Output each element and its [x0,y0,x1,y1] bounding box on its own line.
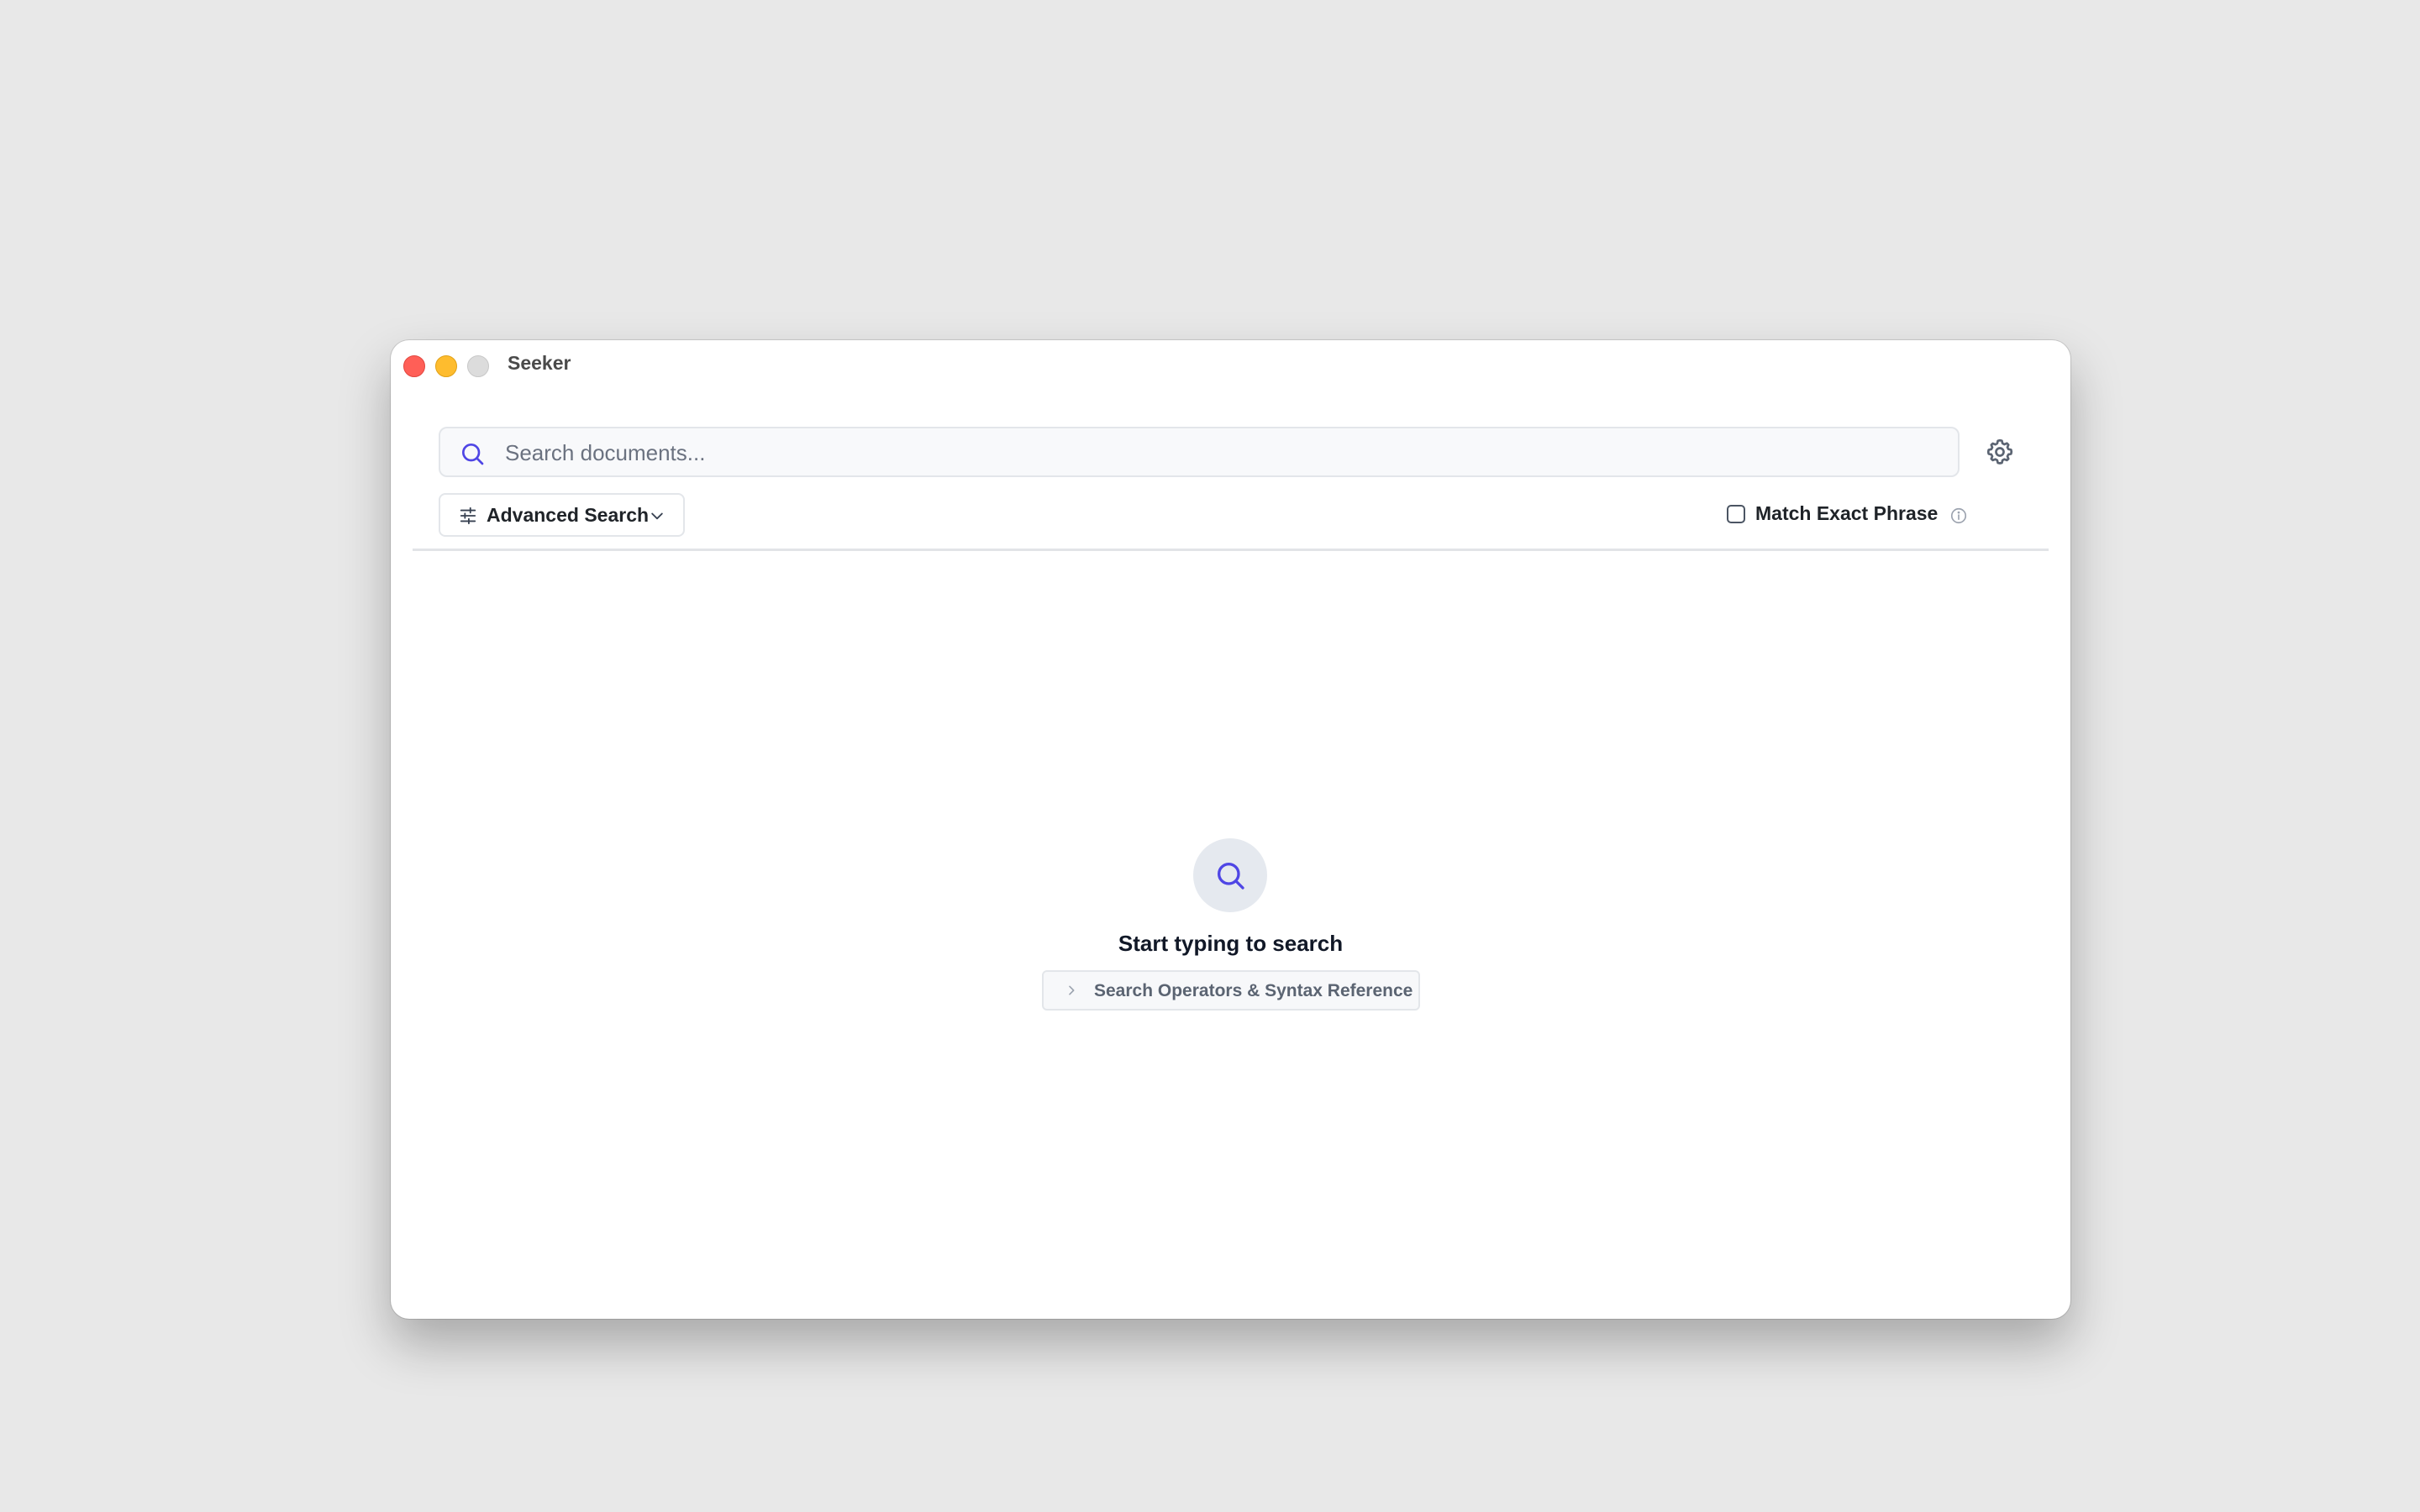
advanced-search-button[interactable]: Advanced Search [439,493,685,537]
app-window: Seeker Advanced Search Match Exact Phras… [391,340,2070,1319]
match-exact-phrase-label[interactable]: Match Exact Phrase [1755,502,1938,525]
match-exact-phrase-checkbox[interactable] [1727,505,1745,523]
minimize-window-button[interactable] [435,355,457,377]
search-input[interactable] [503,428,1935,477]
title-bar: Seeker [391,340,2070,386]
window-title: Seeker [508,352,571,374]
toolbar-divider [413,549,2049,551]
gear-icon[interactable] [1985,437,2015,467]
sliders-icon [460,507,476,525]
close-window-button[interactable] [403,355,425,377]
search-icon [1218,863,1244,890]
chevron-down-icon [651,512,663,520]
chevron-right-icon [1069,985,1075,995]
empty-state-icon [1193,838,1267,912]
search-bar [439,427,1960,477]
search-icon [462,444,484,465]
advanced-search-label: Advanced Search [487,504,650,526]
syntax-reference-label: Search Operators & Syntax Reference [1094,981,1413,1000]
empty-state-title: Start typing to search [1118,931,1344,956]
info-icon[interactable] [1949,507,1968,525]
maximize-window-button[interactable] [467,355,489,377]
syntax-reference-toggle[interactable]: Search Operators & Syntax Reference [1042,970,1420,1011]
